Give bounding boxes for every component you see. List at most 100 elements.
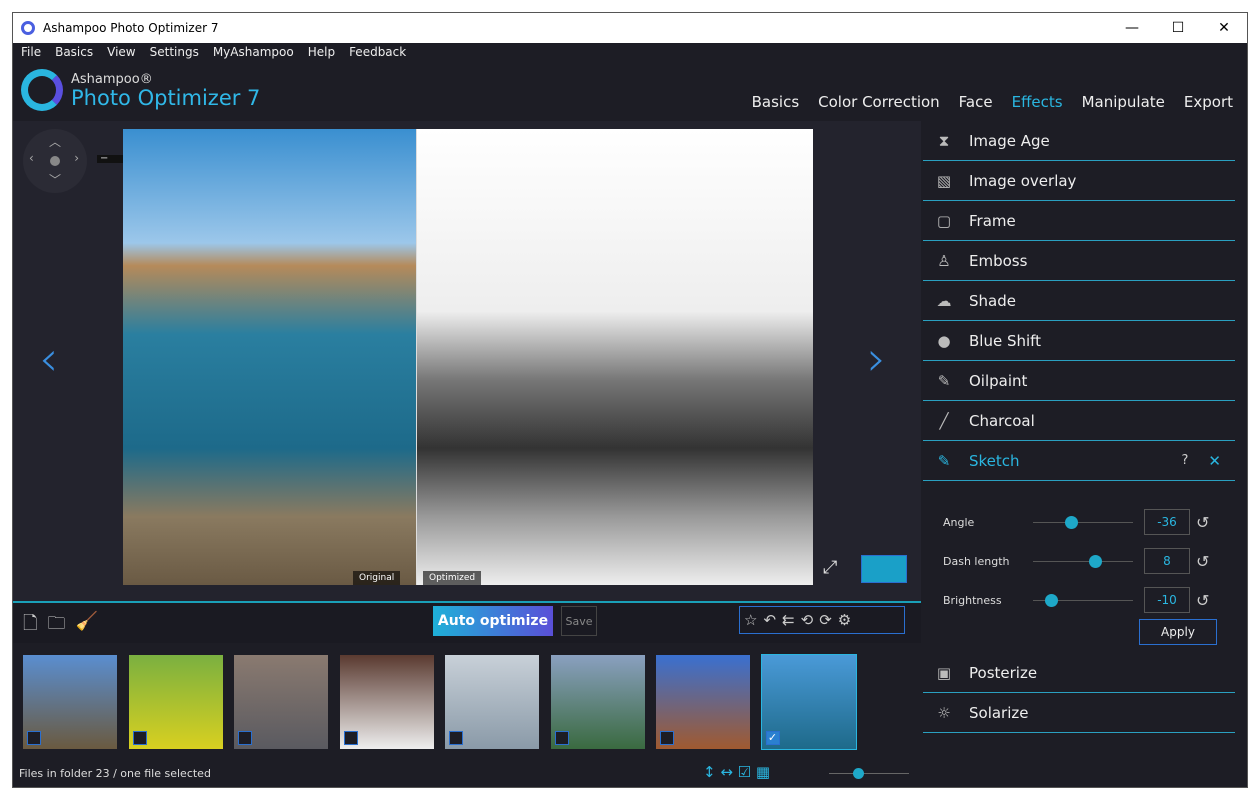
effect-label: Blue Shift <box>969 331 1042 350</box>
thumbnail-checkbox[interactable] <box>554 731 569 745</box>
tab-color-correction[interactable]: Color Correction <box>818 93 940 111</box>
menu-myashampoo[interactable]: MyAshampoo <box>213 45 294 59</box>
reset-icon[interactable]: ↺ <box>1196 552 1209 571</box>
apply-button[interactable]: Apply <box>1139 619 1217 645</box>
effect-icon: ☁ <box>936 291 952 310</box>
param-slider[interactable] <box>1033 554 1133 568</box>
undo-icon[interactable]: ↶ <box>763 611 776 629</box>
effect-item-oilpaint[interactable]: ✎ Oilpaint <box>923 361 1235 401</box>
param-slider[interactable] <box>1033 515 1133 529</box>
menu-settings[interactable]: Settings <box>150 45 199 59</box>
effect-item-blue-shift[interactable]: ● Blue Shift <box>923 321 1235 361</box>
thumbnail[interactable]: ✓ <box>760 654 857 750</box>
pan-control[interactable]: ︿ ﹀ ‹ › <box>23 129 87 193</box>
thumbnail-checkbox[interactable] <box>238 731 252 745</box>
effect-icon: ✎ <box>937 371 951 390</box>
split-handle[interactable] <box>416 129 417 585</box>
param-row: Dash length 8 ↺ <box>943 548 1209 574</box>
thumbnail-checkbox[interactable] <box>343 731 358 745</box>
effect-icon: ╱ <box>939 411 949 430</box>
save-button[interactable]: Save <box>561 606 597 636</box>
thumbnail-checkbox[interactable] <box>449 731 463 745</box>
thumbnail[interactable] <box>656 655 750 749</box>
clean-icon[interactable]: 🧹 <box>75 611 97 641</box>
param-label: Angle <box>943 515 975 529</box>
param-value-input[interactable]: -10 <box>1144 587 1190 613</box>
next-image-button[interactable]: › <box>867 331 886 387</box>
effect-item-shade[interactable]: ☁ Shade <box>923 281 1235 321</box>
effect-label: Shade <box>969 291 1016 310</box>
param-row: Angle -36 ↺ <box>943 509 1209 535</box>
thumbnail[interactable] <box>234 655 328 749</box>
status-bar: Files in folder 23 / one file selected ↕… <box>13 761 921 787</box>
add-folder-icon[interactable]: 🗀 <box>47 611 65 641</box>
param-slider-thumb[interactable] <box>1089 554 1102 568</box>
param-slider-thumb[interactable] <box>1065 515 1078 529</box>
app-window: Ashampoo Photo Optimizer 7 — ☐ ✕ File Ba… <box>12 12 1248 788</box>
tab-basics[interactable]: Basics <box>752 93 800 111</box>
brand-name: Photo Optimizer 7 <box>71 85 261 110</box>
effect-item-emboss[interactable]: ♙ Emboss <box>923 241 1235 281</box>
effect-item-image-overlay[interactable]: ▧ Image overlay <box>923 161 1235 201</box>
view-options-icons[interactable]: ↕ ↔ ☑ ▦ <box>703 763 770 781</box>
tab-export[interactable]: Export <box>1184 93 1233 111</box>
close-button[interactable]: ✕ <box>1201 13 1247 43</box>
tab-effects[interactable]: Effects <box>1012 93 1063 111</box>
thumbnail-checkbox[interactable] <box>132 731 147 745</box>
status-text: Files in folder 23 / one file selected <box>19 767 211 780</box>
brand-logo-icon <box>21 69 63 111</box>
reset-icon[interactable]: ↺ <box>1196 513 1209 532</box>
maximize-button[interactable]: ☐ <box>1155 13 1201 43</box>
undo-all-icon[interactable]: ⇇ <box>782 611 795 629</box>
favorites-icon[interactable]: ☆ <box>744 611 757 629</box>
previous-image-button[interactable]: ‹ <box>39 331 58 387</box>
param-slider-thumb[interactable] <box>1045 593 1058 607</box>
window-title: Ashampoo Photo Optimizer 7 <box>43 21 219 35</box>
menu-help[interactable]: Help <box>308 45 335 59</box>
menu-feedback[interactable]: Feedback <box>349 45 406 59</box>
fullscreen-icon[interactable]: ⤢ <box>823 557 837 578</box>
param-slider[interactable] <box>1033 593 1133 607</box>
tab-face[interactable]: Face <box>959 93 993 111</box>
image-stage: ︿﹀ ‹› −+ ‹ › Original Optimized ⤢ <box>13 121 921 601</box>
param-value-input[interactable]: -36 <box>1144 509 1190 535</box>
thumbnail[interactable] <box>550 655 645 749</box>
effect-item-frame[interactable]: ▢ Frame <box>923 201 1235 241</box>
gear-icon[interactable]: ⚙ <box>838 611 851 629</box>
thumb-size-slider[interactable] <box>829 768 909 779</box>
menu-basics[interactable]: Basics <box>55 45 93 59</box>
compare-view-button[interactable] <box>861 555 907 583</box>
rotate-right-icon[interactable]: ⟳ <box>819 611 832 629</box>
help-icon[interactable]: ? <box>1182 453 1189 468</box>
minimize-button[interactable]: — <box>1109 13 1155 43</box>
thumbnail[interactable] <box>23 655 117 749</box>
effect-item-posterize[interactable]: ▣ Posterize <box>923 653 1235 693</box>
edit-tools: ☆ ↶ ⇇ ⟲ ⟳ ⚙ <box>739 606 905 634</box>
effect-item-solarize[interactable]: ☼ Solarize <box>923 693 1235 733</box>
new-file-icon[interactable]: 🗋 <box>23 611 37 641</box>
reset-icon[interactable]: ↺ <box>1196 591 1209 610</box>
effect-item-sketch[interactable]: ✎ Sketch? ✕ <box>923 441 1235 481</box>
effect-label: Posterize <box>969 663 1038 682</box>
param-label: Dash length <box>943 554 1010 568</box>
main-tabs: Basics Color Correction Face Effects Man… <box>752 93 1233 111</box>
rotate-left-icon[interactable]: ⟲ <box>801 611 814 629</box>
menu-bar: File Basics View Settings MyAshampoo Hel… <box>21 45 406 59</box>
thumbnail[interactable] <box>128 655 223 749</box>
effect-item-image-age[interactable]: ⧗ Image Age <box>923 121 1235 161</box>
menu-file[interactable]: File <box>21 45 41 59</box>
menu-view[interactable]: View <box>107 45 135 59</box>
effect-icon: ♙ <box>937 251 951 270</box>
thumbnail-checkbox[interactable] <box>27 731 41 745</box>
brand-small: Ashampoo® <box>71 71 153 87</box>
tab-manipulate[interactable]: Manipulate <box>1082 93 1165 111</box>
auto-optimize-button[interactable]: Auto optimize <box>433 606 553 636</box>
thumbnail[interactable] <box>339 655 434 749</box>
effect-item-charcoal[interactable]: ╱ Charcoal <box>923 401 1235 441</box>
param-value-input[interactable]: 8 <box>1144 548 1190 574</box>
thumbnail[interactable] <box>445 655 539 749</box>
thumbnail-checkbox[interactable] <box>660 731 674 745</box>
close-effect-icon[interactable]: ✕ <box>1208 452 1221 470</box>
thumbnail-checkbox[interactable]: ✓ <box>765 731 780 745</box>
photo-preview[interactable]: Original Optimized <box>123 129 813 585</box>
